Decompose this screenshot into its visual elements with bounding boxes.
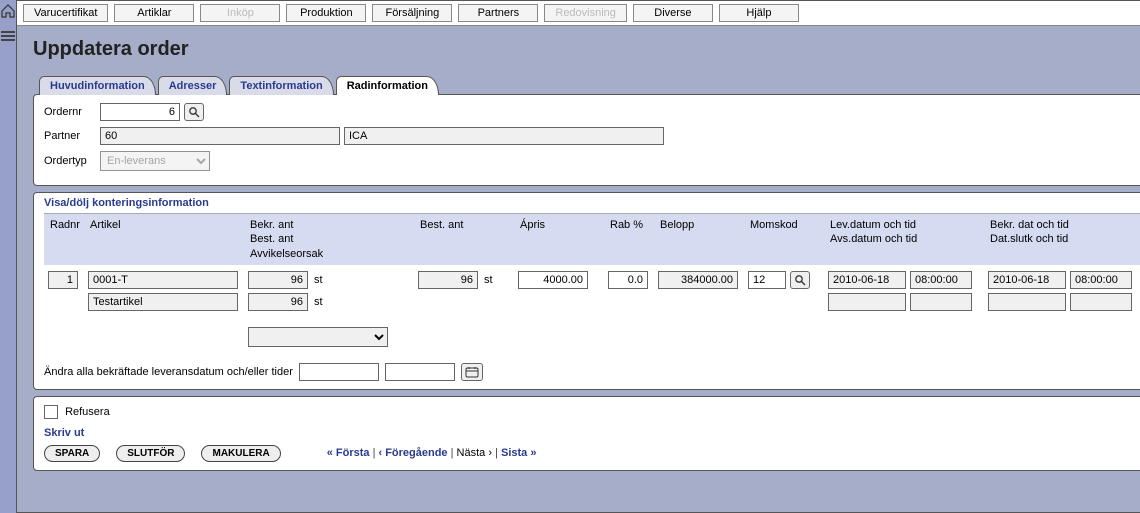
best-ant-field bbox=[418, 271, 478, 289]
pager-sep1: | bbox=[373, 447, 376, 459]
pager-first[interactable]: « Första bbox=[327, 447, 370, 459]
ordernr-label: Ordernr bbox=[44, 106, 96, 118]
col-best-ant: Best. ant bbox=[414, 214, 514, 265]
menu-redovisning: Redovisning bbox=[544, 4, 627, 22]
pager-next[interactable]: Nästa › bbox=[457, 447, 492, 459]
bekr-date-field bbox=[988, 271, 1066, 289]
momskod-lookup-button[interactable] bbox=[790, 271, 810, 289]
artikel-code-field bbox=[88, 271, 238, 289]
mass-edit-label: Ändra alla bekräftade leveransdatum och/… bbox=[44, 366, 293, 378]
col-radnr: Radnr bbox=[44, 214, 84, 265]
tab-huvudinformation[interactable]: Huvudinformation bbox=[39, 76, 156, 95]
table-row: st st st bbox=[44, 265, 1140, 349]
home-icon[interactable] bbox=[0, 4, 16, 21]
tab-adresser[interactable]: Adresser bbox=[158, 76, 228, 95]
refusera-checkbox[interactable] bbox=[44, 405, 58, 419]
menu-diverse[interactable]: Diverse bbox=[633, 4, 713, 22]
menu-varucertifikat[interactable]: Varucertifikat bbox=[23, 4, 108, 22]
ordertyp-label: Ordertyp bbox=[44, 155, 96, 167]
menu-produktion[interactable]: Produktion bbox=[286, 4, 366, 22]
ordernr-lookup-button[interactable] bbox=[184, 103, 204, 121]
belopp-field bbox=[658, 271, 738, 289]
col-artikel: Artikel bbox=[84, 214, 244, 265]
left-rail bbox=[0, 0, 16, 513]
pager-sep3: | bbox=[495, 447, 498, 459]
bekr-ant-unit: st bbox=[314, 274, 323, 286]
col-momskod: Momskod bbox=[744, 214, 824, 265]
bekr-ant-field bbox=[248, 271, 308, 289]
spara-button[interactable]: SPARA bbox=[44, 445, 100, 462]
partner-label: Partner bbox=[44, 130, 96, 142]
menu-toggle-icon[interactable] bbox=[1, 31, 15, 41]
best-ant-local-field bbox=[248, 293, 308, 311]
col-rab: Rab % bbox=[604, 214, 654, 265]
tab-strip: Huvudinformation Adresser Textinformatio… bbox=[39, 75, 1140, 94]
mass-time-input[interactable] bbox=[385, 363, 455, 381]
slutfor-button[interactable]: SLUTFÖR bbox=[116, 445, 185, 462]
action-bar: SPARA SLUTFÖR MAKULERA « Första | ‹ Före… bbox=[44, 445, 1140, 462]
lev-date-field bbox=[828, 271, 906, 289]
mass-edit-line: Ändra alla bekräftade leveransdatum och/… bbox=[44, 363, 1140, 381]
ordertyp-select: En-leverans bbox=[100, 151, 210, 171]
menu-hjalp[interactable]: Hjälp bbox=[719, 4, 799, 22]
partner-name-field bbox=[344, 127, 664, 145]
tab-radinformation[interactable]: Radinformation bbox=[336, 76, 439, 95]
bekr-time-field bbox=[1070, 271, 1132, 289]
col-belopp: Belopp bbox=[654, 214, 744, 265]
partner-code-field bbox=[100, 127, 340, 145]
toggle-kontering-link[interactable]: Visa/dölj konteringsinformation bbox=[44, 197, 209, 209]
avvikelseorsak-select[interactable] bbox=[248, 327, 388, 347]
lev-time-field bbox=[910, 271, 972, 289]
col-bekrdatum: Bekr. dat och tid Dat.slutk och tid bbox=[984, 214, 1140, 265]
best-ant-local-unit: st bbox=[314, 296, 323, 308]
momskod-input[interactable] bbox=[748, 271, 786, 289]
ordernr-input[interactable] bbox=[100, 103, 180, 121]
top-menubar: Varucertifikat Artiklar Inköp Produktion… bbox=[17, 1, 1140, 26]
mass-date-input[interactable] bbox=[299, 363, 379, 381]
menu-inkop: Inköp bbox=[200, 4, 280, 22]
pager-last[interactable]: Sista » bbox=[501, 447, 536, 459]
rab-input[interactable] bbox=[608, 271, 648, 289]
content: Uppdatera order Huvudinformation Adresse… bbox=[17, 26, 1140, 512]
slutk-time-field bbox=[1070, 293, 1132, 311]
menu-partners[interactable]: Partners bbox=[458, 4, 538, 22]
radnr-field bbox=[48, 271, 78, 289]
calendar-button[interactable] bbox=[461, 363, 483, 381]
pager: « Första | ‹ Föregående | Nästa › | Sist… bbox=[327, 447, 537, 459]
pager-prev[interactable]: ‹ Föregående bbox=[378, 447, 447, 459]
col-apris: Ápris bbox=[514, 214, 604, 265]
tab-textinformation[interactable]: Textinformation bbox=[229, 76, 333, 95]
menu-forsaljning[interactable]: Försäljning bbox=[372, 4, 452, 22]
lower-panel: Refusera Skriv ut SPARA SLUTFÖR MAKULERA… bbox=[33, 396, 1140, 471]
rows-panel: Visa/dölj konteringsinformation Radnr Ar… bbox=[33, 192, 1140, 390]
best-ant-unit: st bbox=[484, 274, 493, 286]
makulera-button[interactable]: MAKULERA bbox=[201, 445, 280, 462]
col-bekr: Bekr. ant Best. ant Avvikelseorsak bbox=[244, 214, 414, 265]
avs-time-field bbox=[910, 293, 972, 311]
refusera-label: Refusera bbox=[65, 406, 110, 418]
artikel-name-field bbox=[88, 293, 238, 311]
slutk-date-field bbox=[988, 293, 1066, 311]
grid-header: Radnr Artikel Bekr. ant Best. ant Avvike… bbox=[44, 213, 1140, 265]
avs-date-field bbox=[828, 293, 906, 311]
skriv-ut-link[interactable]: Skriv ut bbox=[44, 427, 84, 439]
page-title: Uppdatera order bbox=[33, 38, 1140, 61]
col-levdatum: Lev.datum och tid Avs.datum och tid bbox=[824, 214, 984, 265]
apris-input[interactable] bbox=[518, 271, 588, 289]
menu-artiklar[interactable]: Artiklar bbox=[114, 4, 194, 22]
order-header-panel: Ordernr Partner Ordertyp En-leverans bbox=[33, 94, 1140, 186]
main-area: Varucertifikat Artiklar Inköp Produktion… bbox=[16, 0, 1140, 513]
pager-sep2: | bbox=[451, 447, 454, 459]
